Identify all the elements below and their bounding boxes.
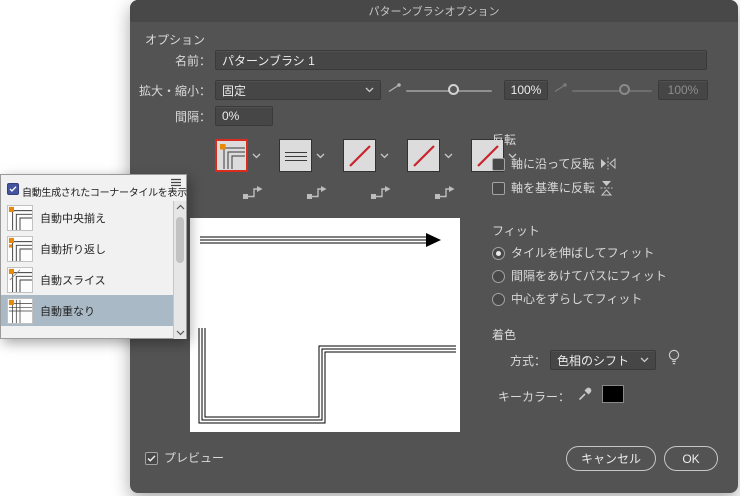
colorize-tips-bulb-icon[interactable] — [668, 349, 680, 366]
menu-item-label: 自動重なり — [40, 303, 95, 319]
menu-item-auto-centered[interactable]: 自動中央揃え — [1, 202, 174, 233]
options-section-label: オプション — [145, 33, 205, 47]
preview-label: プレビュー — [164, 452, 224, 465]
fit-stretch-radio[interactable] — [492, 247, 505, 260]
flip-along-icon — [600, 157, 616, 170]
key-color-label: キーカラー： — [470, 390, 570, 404]
flip-across-icon — [600, 180, 613, 196]
side-tile-icon — [283, 143, 309, 169]
fit-add-spacing-label: 間隔をあけてパスにフィット — [511, 270, 667, 283]
method-label: 方式： — [470, 354, 546, 368]
dialog-title: パターンブラシオプション — [369, 3, 500, 19]
scale-mode-value: 固定 — [222, 82, 246, 99]
scale-value-secondary: 100% — [668, 83, 699, 97]
start-tile-chevron-icon[interactable] — [444, 153, 453, 159]
outer-corner-tile-button[interactable] — [215, 139, 248, 172]
menu-item-label: 自動折り返し — [40, 241, 106, 257]
fit-approximate-label: 中心をずらしてフィット — [511, 293, 642, 306]
none-tile-icon — [347, 143, 373, 169]
menu-item-auto-between[interactable]: 自動折り返し — [1, 233, 174, 264]
inner-corner-tile-chevron-icon[interactable] — [380, 153, 389, 159]
fit-section-label: フィット — [492, 224, 540, 238]
chevron-down-icon — [640, 357, 649, 363]
chevron-down-icon — [365, 87, 374, 93]
fit-stretch-label: タイルを伸ばしてフィット — [511, 247, 654, 260]
flip-along-label: 軸に沿って反転 — [511, 158, 594, 171]
scale-slider-secondary-handle — [619, 84, 630, 95]
name-input[interactable]: パターンブラシ 1 — [215, 50, 707, 70]
menu-scrollbar[interactable] — [173, 201, 186, 339]
key-color-swatch[interactable] — [602, 385, 624, 403]
show-corner-tiles-label: 自動生成されたコーナータイルを表示 — [22, 184, 187, 199]
preview-checkbox[interactable] — [145, 452, 158, 465]
outer-corner-tile-chevron-icon[interactable] — [252, 153, 261, 159]
ok-label: OK — [682, 452, 699, 466]
flip-section-label: 反転 — [492, 133, 516, 147]
side-tile-chevron-icon[interactable] — [316, 153, 325, 159]
scroll-down-icon[interactable] — [176, 330, 185, 336]
pattern-brush-options-dialog: パターンブラシオプション オプション 名前： パターンブラシ 1 拡大・縮小： … — [130, 0, 738, 493]
menu-item-auto-overlap[interactable]: 自動重なり — [1, 295, 174, 326]
corner-tile-icon — [219, 143, 245, 169]
brush-preview-area — [190, 218, 460, 432]
tile-path-position-icon-1 — [242, 184, 264, 200]
menu-item-auto-sliced[interactable]: 自動スライス — [1, 264, 174, 295]
scroll-up-icon[interactable] — [176, 204, 185, 210]
scale-slider-min-icon — [388, 83, 401, 93]
flip-across-checkbox[interactable] — [492, 182, 505, 195]
menu-item-label: 自動中央揃え — [40, 210, 106, 226]
fit-add-spacing-radio[interactable] — [492, 270, 505, 283]
scale-mode-select[interactable]: 固定 — [215, 80, 381, 100]
show-corner-tiles-checkbox[interactable] — [7, 183, 19, 195]
flip-across-label: 軸を基準に反転 — [511, 182, 595, 195]
scale-value-field[interactable]: 100% — [504, 80, 548, 100]
tile-path-position-icon-3 — [370, 184, 392, 200]
check-icon — [147, 455, 156, 462]
tile-path-position-icon-2 — [306, 184, 328, 200]
scale-label: 拡大・縮小： — [130, 84, 211, 98]
flip-along-checkbox[interactable] — [492, 158, 505, 171]
tile-path-position-icon-4 — [434, 184, 456, 200]
spacing-value: 0% — [222, 109, 239, 123]
scale-value-secondary-field: 100% — [658, 80, 708, 100]
spacing-input[interactable]: 0% — [215, 106, 273, 126]
colorize-section-label: 着色 — [492, 328, 516, 342]
scale-value: 100% — [511, 83, 542, 97]
ok-button[interactable]: OK — [664, 446, 718, 471]
dialog-titlebar[interactable]: パターンブラシオプション — [130, 0, 738, 22]
fit-approximate-radio[interactable] — [492, 293, 505, 306]
none-tile-icon — [411, 143, 437, 169]
menu-item-label: 自動スライス — [40, 272, 106, 288]
inner-corner-tile-button[interactable] — [343, 139, 376, 172]
name-value: パターンブラシ 1 — [222, 52, 315, 69]
auto-sliced-tile-icon — [7, 267, 33, 293]
corner-tile-dropdown-menu: 自動生成されたコーナータイルを表示 自動中央揃え 自動折り返し 自動スライス 自… — [0, 174, 187, 339]
cancel-button[interactable]: キャンセル — [566, 446, 656, 471]
start-tile-button[interactable] — [407, 139, 440, 172]
brush-preview-drawing — [190, 218, 460, 432]
side-tile-button[interactable] — [279, 139, 312, 172]
cancel-label: キャンセル — [581, 450, 641, 467]
scrollbar-thumb[interactable] — [176, 217, 184, 263]
eyedropper-icon[interactable] — [578, 387, 592, 401]
auto-between-tile-icon — [7, 236, 33, 262]
scale-slider-secondary-min-icon — [554, 83, 567, 93]
scale-slider-secondary-track — [572, 90, 652, 92]
check-icon — [9, 186, 17, 192]
auto-centered-tile-icon — [7, 205, 33, 231]
method-value: 色相のシフト — [557, 352, 629, 369]
auto-overlap-tile-icon — [7, 298, 33, 324]
spacing-label: 間隔： — [130, 110, 211, 124]
method-select[interactable]: 色相のシフト — [550, 350, 656, 370]
scale-slider-handle[interactable] — [448, 84, 459, 95]
name-label: 名前： — [130, 54, 211, 68]
